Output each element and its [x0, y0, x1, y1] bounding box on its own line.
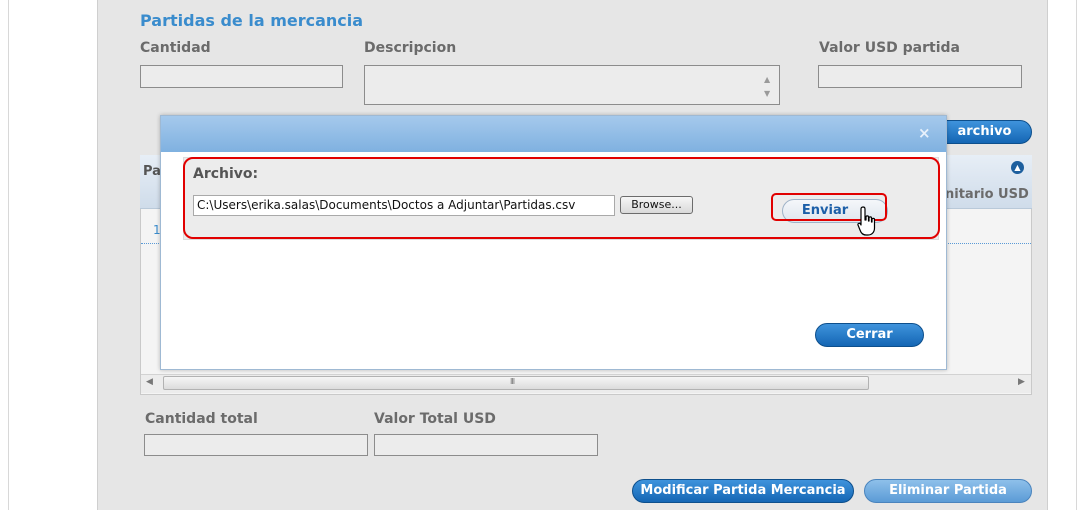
descripcion-textarea[interactable] [364, 65, 780, 105]
cerrar-button[interactable]: Cerrar [815, 323, 924, 347]
precio-unitario-header: nitario USD [945, 187, 1029, 202]
cantidad-total-field [144, 434, 368, 456]
valor-usd-label: Valor USD partida [819, 40, 960, 56]
scroll-left-icon[interactable]: ◀ [146, 377, 153, 387]
left-page-rule [8, 0, 9, 510]
cantidad-label: Cantidad [140, 40, 211, 56]
descripcion-label: Descripcion [364, 40, 457, 56]
right-page-rule [1076, 0, 1077, 510]
eliminar-partida-button[interactable]: Eliminar Partida [864, 479, 1032, 503]
close-icon[interactable]: × [918, 124, 931, 142]
modificar-partida-button[interactable]: Modificar Partida Mercancia [632, 479, 854, 503]
cantidad-total-label: Cantidad total [145, 411, 258, 427]
cantidad-input[interactable] [140, 65, 343, 88]
textarea-scroll-up-icon[interactable]: ▲ [764, 76, 770, 84]
valor-usd-input[interactable] [818, 65, 1022, 88]
valor-total-label: Valor Total USD [374, 411, 496, 427]
scrollbar-thumb[interactable] [163, 376, 869, 390]
valor-total-field [374, 434, 598, 456]
scroll-right-icon[interactable]: ▶ [1018, 377, 1025, 387]
hand-cursor-icon [857, 206, 876, 236]
textarea-scroll-down-icon[interactable]: ▼ [764, 90, 770, 98]
collapse-grid-icon[interactable]: ▲ [1011, 161, 1024, 174]
section-title: Partidas de la mercancia [140, 11, 364, 30]
grid-header-label: Pa [143, 164, 161, 179]
scrollbar-grip: III [510, 377, 515, 386]
dialog-titlebar [161, 116, 946, 152]
